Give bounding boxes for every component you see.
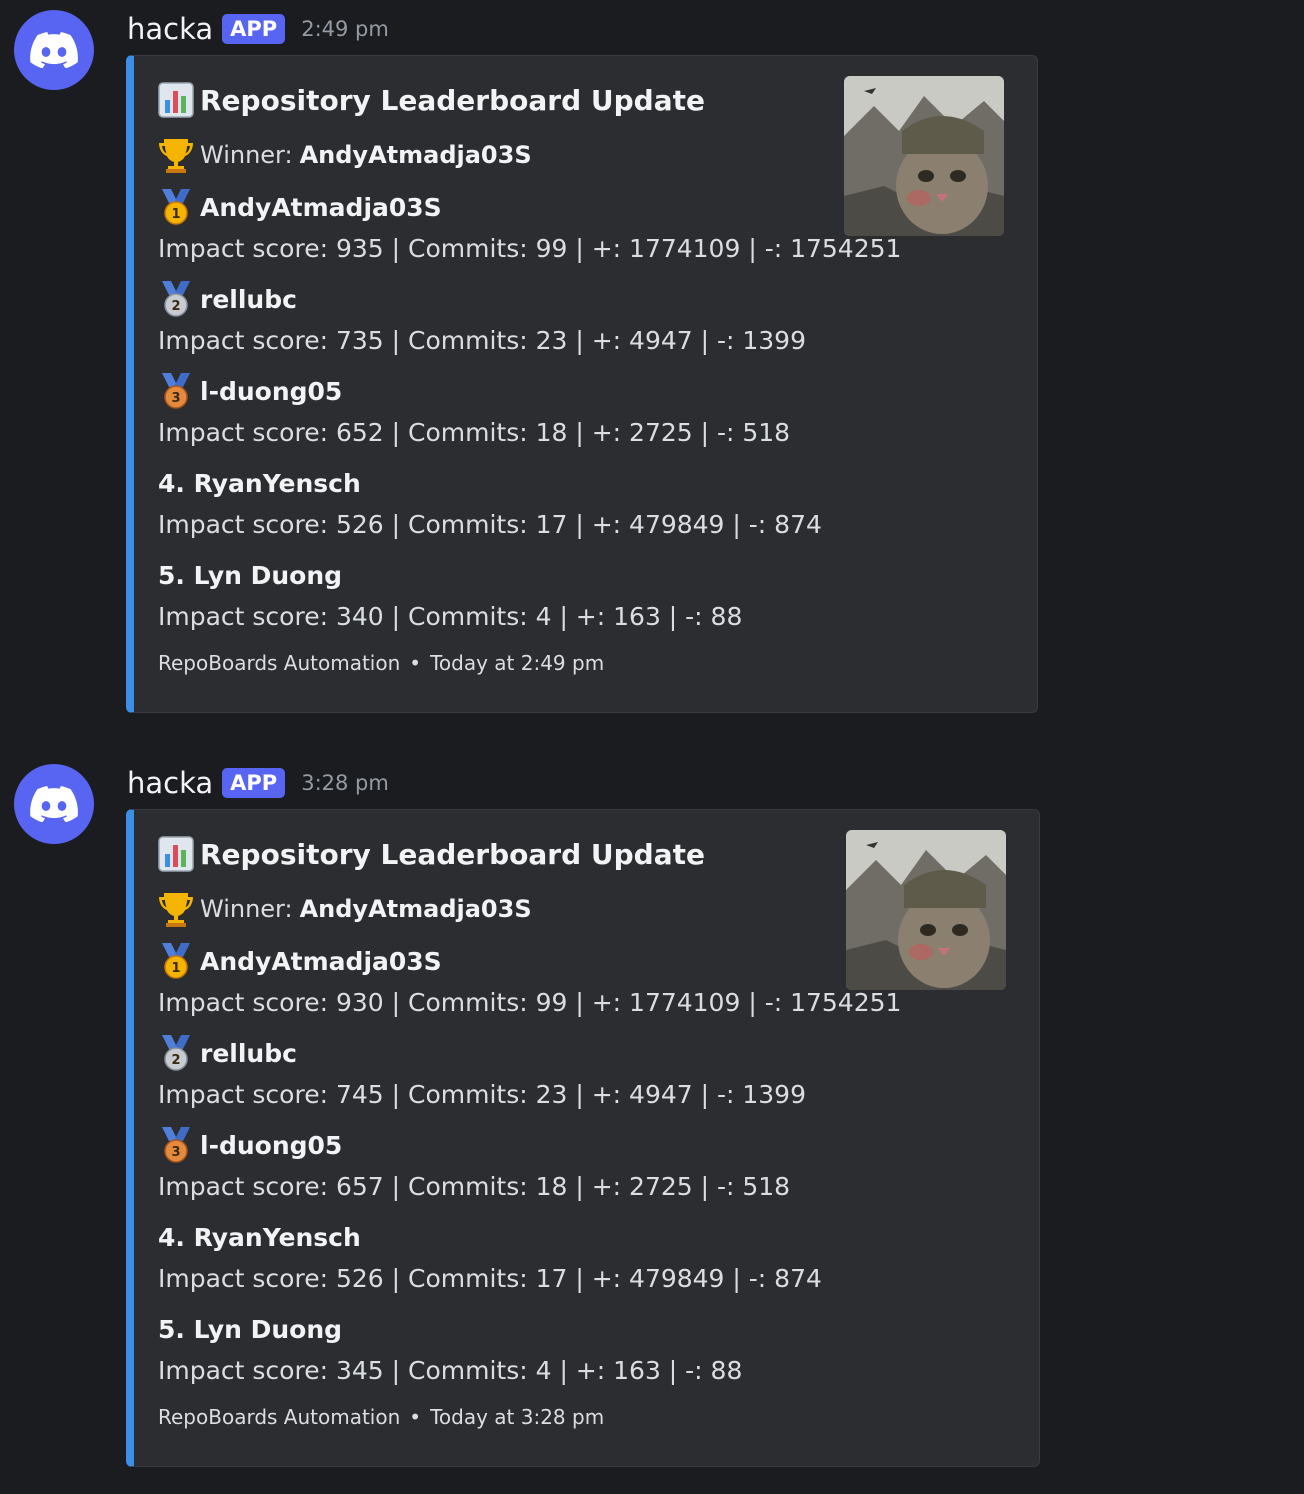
svg-text:3: 3 (171, 391, 180, 406)
embed-footer: RepoBoards Automation • Today at 3:28 pm (158, 1402, 604, 1432)
cat-soldier-image (844, 76, 1004, 236)
winner-name: AndyAtmadja03S (299, 895, 532, 923)
footer-source: RepoBoards Automation (158, 651, 401, 675)
trophy-icon (158, 136, 194, 174)
embed-title-text: Repository Leaderboard Update (200, 837, 705, 871)
entry-5-stats: Impact score: 345 | Commits: 4 | +: 163 … (158, 1355, 743, 1385)
winner-label: Winner: (200, 141, 293, 169)
winner-label: Winner: (200, 895, 293, 923)
entry-5-stats: Impact score: 340 | Commits: 4 | +: 163 … (158, 601, 743, 631)
embed-thumbnail[interactable] (846, 830, 1006, 990)
entry-4-stats: Impact score: 526 | Commits: 17 | +: 479… (158, 509, 822, 539)
embed-title: Repository Leaderboard Update (158, 834, 705, 874)
3rd-place-medal-icon: 3 (158, 372, 194, 409)
1st-place-medal-icon: 1 (158, 942, 194, 979)
bar-chart-icon (158, 82, 194, 118)
entry-2-name: 2 rellubc (158, 280, 297, 318)
leaderboard-embed: Repository Leaderboard Update Winner: An… (126, 809, 1040, 1467)
svg-text:3: 3 (171, 1145, 180, 1160)
svg-text:2: 2 (171, 299, 180, 314)
entry-4-name: 4. RyanYensch (158, 468, 361, 498)
entry-1-stats: Impact score: 935 | Commits: 99 | +: 177… (158, 233, 902, 263)
bot-avatar[interactable] (14, 10, 94, 90)
entry-name-text: rellubc (200, 1038, 297, 1068)
entry-1-name: 1 AndyAtmadja03S (158, 188, 442, 226)
footer-time: Today at 3:28 pm (430, 1405, 605, 1429)
winner-line: Winner: AndyAtmadja03S (158, 136, 532, 174)
message-header: hacka APP 2:49 pm (127, 8, 389, 50)
entry-name-text: rellubc (200, 284, 297, 314)
entry-1-name: 1 AndyAtmadja03S (158, 942, 442, 980)
entry-2-stats: Impact score: 735 | Commits: 23 | +: 494… (158, 325, 806, 355)
winner-line: Winner: AndyAtmadja03S (158, 890, 532, 928)
svg-text:1: 1 (171, 207, 180, 222)
embed-title: Repository Leaderboard Update (158, 80, 705, 120)
discord-logo-icon (30, 786, 78, 822)
embed-footer: RepoBoards Automation • Today at 2:49 pm (158, 648, 604, 678)
bar-chart-icon (158, 836, 194, 872)
2nd-place-medal-icon: 2 (158, 280, 194, 317)
svg-text:1: 1 (171, 961, 180, 976)
entry-3-stats: Impact score: 657 | Commits: 18 | +: 272… (158, 1171, 791, 1201)
1st-place-medal-icon: 1 (158, 188, 194, 225)
discord-logo-icon (30, 32, 78, 68)
winner-name: AndyAtmadja03S (299, 141, 532, 169)
entry-3-stats: Impact score: 652 | Commits: 18 | +: 272… (158, 417, 791, 447)
app-badge: APP (222, 14, 286, 44)
entry-name-text: AndyAtmadja03S (200, 946, 442, 976)
message-timestamp[interactable]: 2:49 pm (301, 17, 389, 41)
embed-thumbnail[interactable] (844, 76, 1004, 236)
entry-name-text: l-duong05 (200, 1130, 343, 1160)
footer-source: RepoBoards Automation (158, 1405, 401, 1429)
entry-4-name: 4. RyanYensch (158, 1222, 361, 1252)
entry-4-stats: Impact score: 526 | Commits: 17 | +: 479… (158, 1263, 822, 1293)
entry-name-text: AndyAtmadja03S (200, 192, 442, 222)
entry-3-name: 3 l-duong05 (158, 372, 342, 410)
bot-avatar[interactable] (14, 764, 94, 844)
message-header: hacka APP 3:28 pm (127, 762, 389, 804)
svg-text:2: 2 (171, 1053, 180, 1068)
author-name[interactable]: hacka (127, 766, 213, 800)
entry-3-name: 3 l-duong05 (158, 1126, 342, 1164)
author-name[interactable]: hacka (127, 12, 213, 46)
entry-1-stats: Impact score: 930 | Commits: 99 | +: 177… (158, 987, 902, 1017)
entry-name-text: l-duong05 (200, 376, 343, 406)
2nd-place-medal-icon: 2 (158, 1034, 194, 1071)
3rd-place-medal-icon: 3 (158, 1126, 194, 1163)
message-timestamp[interactable]: 3:28 pm (301, 771, 389, 795)
entry-2-name: 2 rellubc (158, 1034, 297, 1072)
footer-separator: • (409, 1405, 422, 1429)
footer-separator: • (409, 651, 422, 675)
entry-5-name: 5. Lyn Duong (158, 560, 343, 590)
leaderboard-embed: Repository Leaderboard Update Winner: An… (126, 55, 1038, 713)
footer-time: Today at 2:49 pm (430, 651, 605, 675)
entry-5-name: 5. Lyn Duong (158, 1314, 343, 1344)
cat-soldier-image (846, 830, 1006, 990)
entry-2-stats: Impact score: 745 | Commits: 23 | +: 494… (158, 1079, 806, 1109)
trophy-icon (158, 890, 194, 928)
embed-title-text: Repository Leaderboard Update (200, 83, 705, 117)
app-badge: APP (222, 768, 286, 798)
